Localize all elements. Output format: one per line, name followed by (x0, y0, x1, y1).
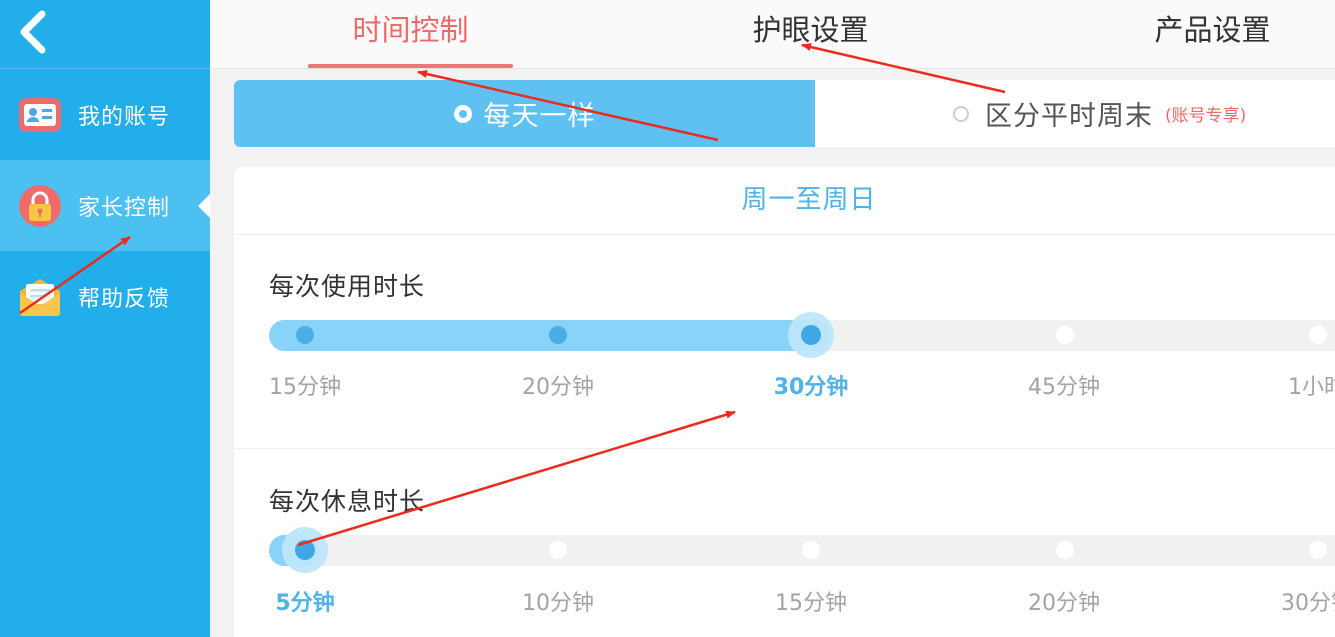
slider-step[interactable] (549, 541, 567, 559)
slider-step[interactable] (549, 326, 567, 344)
slider-step[interactable] (1309, 541, 1327, 559)
sidebar-item-label: 家长控制 (78, 195, 171, 221)
mode-toggle: 每天一样 区分平时周末 (账号专享) (234, 80, 1335, 147)
envelope-icon (18, 275, 62, 319)
option-label: 区分平时周末 (985, 101, 1153, 132)
lock-icon (18, 184, 62, 228)
radio-selected-icon (453, 104, 472, 123)
radio-unselected-icon (953, 105, 969, 122)
sidebar-item-help-feedback[interactable]: 帮助反馈 (0, 251, 210, 342)
sidebar-item-label: 我的账号 (78, 104, 171, 130)
slider-tick-label[interactable]: 15分钟 (269, 369, 341, 401)
sidebar-item-label: 帮助反馈 (78, 286, 171, 312)
sidebar: 我的账号 家长控制 帮助反馈 (0, 0, 210, 637)
account-only-note: (账号专享) (1165, 106, 1247, 126)
slider-step[interactable] (802, 541, 820, 559)
slider-tick-label[interactable]: 10分钟 (522, 585, 594, 617)
slider-tick-label-selected[interactable]: 30分钟 (774, 369, 849, 401)
sidebar-item-my-account[interactable]: 我的账号 (0, 69, 210, 160)
option-label: 每天一样 (483, 101, 596, 132)
account-card-icon (18, 93, 62, 137)
top-tab-bar: 时间控制 护眼设置 产品设置 (210, 0, 1335, 69)
option-weekday-weekend[interactable]: 区分平时周末 (账号专享) (815, 80, 1335, 147)
slider-handle[interactable] (788, 312, 834, 358)
slider-tick-label[interactable]: 20分钟 (1028, 585, 1100, 617)
slider-tick-label[interactable]: 1小时 (1288, 369, 1335, 401)
slider-tick-label[interactable]: 15分钟 (775, 585, 847, 617)
slider-tick-label[interactable]: 20分钟 (522, 369, 594, 401)
back-button[interactable] (0, 0, 210, 69)
slider-handle[interactable] (282, 527, 328, 573)
usage-duration-slider[interactable] (269, 312, 1335, 358)
usage-duration-label: 每次使用时长 (269, 272, 426, 301)
tab-eye-protection[interactable]: 护眼设置 (708, 0, 913, 68)
slider-tick-label-selected[interactable]: 5分钟 (275, 585, 334, 617)
rest-duration-slider[interactable] (269, 527, 1335, 573)
slider-step[interactable] (1309, 326, 1327, 344)
section-divider (234, 448, 1335, 449)
active-indicator (198, 194, 210, 218)
chevron-left-icon (20, 10, 46, 54)
settings-card: 周一至周日 每次使用时长 15分钟 20分钟 30分钟 45分钟 1小时 每次休… (234, 167, 1335, 637)
slider-step[interactable] (296, 326, 314, 344)
slider-tick-label[interactable]: 30分钟 (1281, 585, 1335, 617)
slider-tick-label[interactable]: 45分钟 (1028, 369, 1100, 401)
active-tab-underline (308, 64, 513, 68)
slider-step[interactable] (1056, 541, 1074, 559)
option-same-every-day[interactable]: 每天一样 (234, 80, 815, 147)
card-title: 周一至周日 (234, 167, 1335, 235)
rest-duration-label: 每次休息时长 (269, 487, 426, 516)
tab-time-control[interactable]: 时间控制 (308, 0, 513, 68)
sidebar-item-parental-control[interactable]: 家长控制 (0, 160, 210, 251)
tab-product-settings[interactable]: 产品设置 (1110, 0, 1315, 68)
slider-step[interactable] (1056, 326, 1074, 344)
